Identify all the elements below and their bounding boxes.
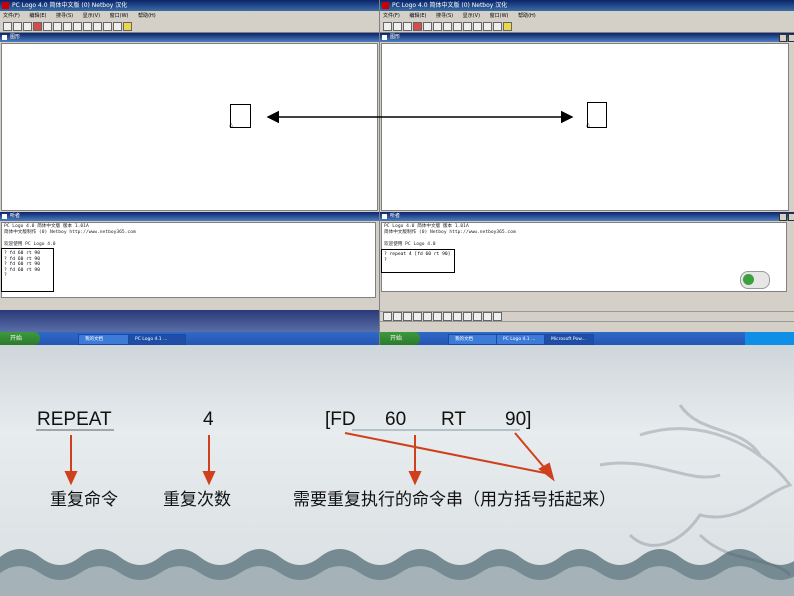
dragon-decoration [599, 404, 793, 577]
slide-area: REPEAT 4 [FD 60 RT 90] 重复命令 重复次数 需要重复执行的… [0, 345, 794, 596]
explanation-arrows [64, 432, 555, 486]
fd-value: 60 [385, 409, 407, 430]
comparison-arrow [266, 110, 574, 124]
arrowhead-icon [408, 471, 422, 486]
rt-value: 90] [505, 409, 532, 430]
arrowhead-icon [64, 471, 78, 486]
decorative-background [0, 404, 794, 596]
rt-keyword: RT [441, 409, 466, 430]
label-command: 重复命令 [50, 490, 118, 510]
screenshots-area: PC Logo 4.0 简体中文版 (0) Netboy 汉化 文件(F) 编辑… [0, 0, 794, 345]
arrow-rt [514, 432, 549, 473]
bracket-fd: [FD [325, 409, 356, 430]
repeat-count: 4 [203, 409, 214, 430]
arrow-bracket [344, 432, 546, 474]
arrowhead-icon [202, 471, 216, 486]
label-command-string: 需要重复执行的命令串（用方括号括起来） [293, 490, 616, 510]
label-count: 重复次数 [163, 490, 231, 510]
repeat-keyword: REPEAT [37, 409, 112, 430]
